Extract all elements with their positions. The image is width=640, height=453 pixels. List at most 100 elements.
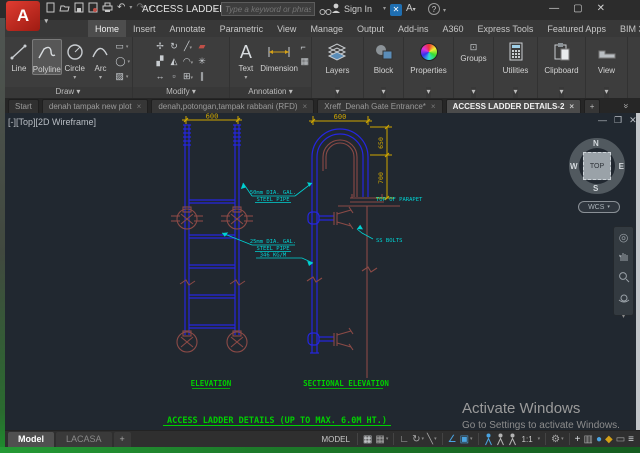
utilities-panel-footer[interactable]: ▾ <box>513 87 518 98</box>
trim-icon[interactable]: ╱▾ <box>181 39 195 54</box>
search-input[interactable] <box>222 3 314 15</box>
viewcube-south[interactable]: S <box>593 184 598 193</box>
sign-in-button[interactable]: Sign In ▾ <box>331 3 386 14</box>
table-icon[interactable]: ▦ <box>300 56 309 67</box>
drawing-restore-button[interactable]: ❐ <box>614 115 622 126</box>
clean-screen-icon[interactable]: ▭ <box>616 434 625 445</box>
save-icon[interactable] <box>74 2 84 13</box>
arc-caret-icon[interactable]: ▾ <box>99 74 102 81</box>
space-label[interactable]: MODEL <box>321 435 349 444</box>
draw-panel-footer[interactable]: Draw ▾ <box>4 87 132 98</box>
scale-icon[interactable]: ▫ <box>167 69 181 84</box>
tab-manage[interactable]: Manage <box>303 20 350 37</box>
tab-insert[interactable]: Insert <box>126 20 163 37</box>
help-icon[interactable]: ? <box>428 3 440 15</box>
application-menu-button[interactable]: A ▾ <box>6 1 48 31</box>
file-tab-denah-tampak[interactable]: denah tampak new plot × <box>41 99 149 113</box>
model-tab[interactable]: Model <box>8 431 54 447</box>
offset-icon[interactable]: ∥ <box>195 69 209 84</box>
tab-a360[interactable]: A360 <box>436 20 471 37</box>
file-tab-start[interactable]: Start <box>8 99 39 113</box>
annotation-scale-value[interactable]: 1:1 <box>522 435 533 444</box>
array-icon[interactable]: ⊞▾ <box>181 69 195 84</box>
clipboard-panel-footer[interactable]: ▾ <box>559 87 564 98</box>
groups-panel-footer[interactable]: ▾ <box>471 87 476 98</box>
plot-icon[interactable] <box>102 2 113 13</box>
properties-panel[interactable]: Properties ▾ <box>404 37 454 98</box>
block-panel[interactable]: Block ▾ <box>364 37 404 98</box>
tab-parametric[interactable]: Parametric <box>213 20 271 37</box>
mirror-icon[interactable]: ◭ <box>167 54 181 69</box>
view-panel[interactable]: View ▾ <box>586 37 628 98</box>
trusted-dwg-icon[interactable]: ◆ <box>605 434 613 445</box>
file-tab-xreff[interactable]: Xreff_Denah Gate Entrance* × <box>317 99 443 113</box>
arc-button[interactable]: Arc ▾ <box>88 39 114 81</box>
close-icon[interactable]: × <box>137 100 142 113</box>
tab-annotate[interactable]: Annotate <box>163 20 213 37</box>
groups-panel[interactable]: ⊡ Groups ▾ <box>454 37 494 98</box>
polar-tracking-icon[interactable]: ↻ ▾ <box>412 434 424 445</box>
a360-share-icon[interactable]: A▾ <box>406 3 416 14</box>
utilities-panel[interactable]: Utilities ▾ <box>494 37 538 98</box>
ellipse-icon[interactable]: ◯ <box>115 56 125 67</box>
drawing-minimize-button[interactable]: — <box>598 115 607 126</box>
quick-properties-icon[interactable]: ▥ <box>584 434 593 445</box>
modify-panel-footer[interactable]: Modify ▾ <box>133 87 229 98</box>
viewcube-west[interactable]: W <box>570 162 578 171</box>
move-icon[interactable]: ✢ <box>153 39 167 54</box>
file-tab-denah-potongan[interactable]: denah,potongan,tampak rabbani (RFD) × <box>151 99 315 113</box>
snap-icon[interactable]: ▦ ▾ <box>375 434 388 445</box>
polyline-button[interactable]: Polyline <box>31 39 62 75</box>
viewcube[interactable]: N W E S TOP <box>569 138 625 194</box>
new-drawing-tab-button[interactable]: + <box>584 99 601 113</box>
undo-caret-icon[interactable]: ▾ <box>129 4 132 11</box>
orbit-icon[interactable] <box>618 292 630 307</box>
viewcube-east[interactable]: E <box>619 162 624 171</box>
pan-icon[interactable] <box>618 250 630 265</box>
view-panel-footer[interactable]: ▾ <box>604 87 609 98</box>
tab-home[interactable]: Home <box>88 20 127 37</box>
object-snap-icon[interactable]: ▣ ▾ <box>460 434 473 445</box>
navbar-caret-icon[interactable]: ▾ <box>622 313 625 320</box>
clipboard-panel[interactable]: Clipboard ▾ <box>538 37 586 98</box>
close-icon[interactable]: × <box>303 100 308 113</box>
workspace-gear-icon[interactable]: ⚙ ▾ <box>551 434 563 445</box>
maximize-button[interactable]: ▢ <box>573 3 582 14</box>
fillet-icon[interactable]: ◠▾ <box>181 54 195 69</box>
wcs-menu[interactable]: WCS ▾ <box>578 201 620 213</box>
dimension-button[interactable]: Dimension <box>260 39 299 73</box>
annotation-scale-icon[interactable] <box>508 433 517 446</box>
erase-icon[interactable]: ▰ <box>195 39 209 54</box>
zoom-icon[interactable] <box>618 271 630 286</box>
rectangle-icon[interactable]: ▭ <box>115 41 124 52</box>
minimize-button[interactable]: — <box>549 3 559 14</box>
tab-addins[interactable]: Add-ins <box>391 20 436 37</box>
line-button[interactable]: Line <box>6 39 32 73</box>
isodraft-icon[interactable]: ╲ ▾ <box>427 434 437 445</box>
exchange-apps-icon[interactable]: ✕ <box>390 4 402 16</box>
explode-icon[interactable]: ✳ <box>195 54 209 69</box>
block-panel-footer[interactable]: ▾ <box>381 87 386 98</box>
layout-tab-lacasa[interactable]: LACASA <box>56 431 112 447</box>
text-caret-icon[interactable]: ▾ <box>244 74 247 81</box>
text-button[interactable]: A Text ▾ <box>232 39 260 82</box>
stretch-icon[interactable]: ↔ <box>153 69 167 84</box>
save-as-icon[interactable] <box>88 2 98 13</box>
close-button[interactable]: ✕ <box>597 3 605 14</box>
circle-caret-icon[interactable]: ▾ <box>73 74 76 81</box>
close-icon[interactable]: × <box>431 100 436 113</box>
tab-bim360[interactable]: BIM 360 <box>613 20 640 37</box>
help-caret-icon[interactable]: ▾ <box>443 7 446 14</box>
rotate-icon[interactable]: ↻ <box>167 39 181 54</box>
annotation-visibility-icon[interactable] <box>484 433 493 446</box>
vertical-scrollbar[interactable] <box>636 113 640 430</box>
copy-icon[interactable]: ▞ <box>153 54 167 69</box>
graphics-performance-icon[interactable]: ● <box>596 434 602 445</box>
drawing-canvas[interactable]: 600 600 650 700 50mm DIA. GAL. STEEL PIP… <box>0 113 640 430</box>
leader-icon[interactable]: ⌐ <box>300 42 305 52</box>
grid-icon[interactable]: ▦ <box>363 434 372 445</box>
annotation-scale-caret-icon[interactable]: ▾ <box>538 436 541 442</box>
viewport-controls-label[interactable]: [-][Top][2D Wireframe] <box>8 117 96 127</box>
infocenter-arrow-icon[interactable]: ▸ <box>213 5 217 14</box>
annotation-monitor-icon[interactable]: + <box>575 434 581 445</box>
